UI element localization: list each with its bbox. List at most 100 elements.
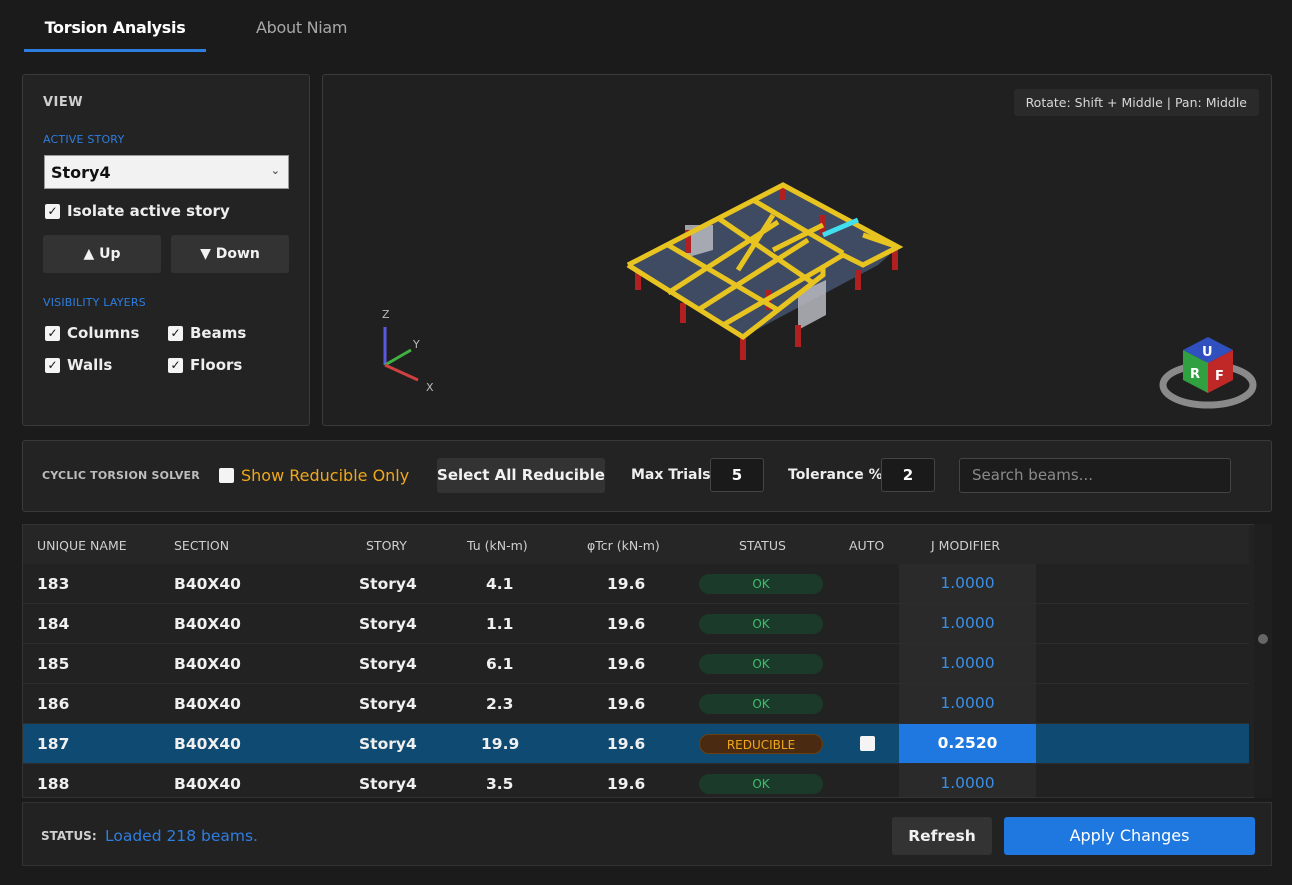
- walls-layer-checkbox[interactable]: ✓ Walls: [45, 356, 112, 374]
- cell-tcr: 19.6: [607, 615, 646, 633]
- visibility-layers-label: VISIBILITY LAYERS: [43, 296, 146, 309]
- cell-name: 184: [37, 615, 70, 633]
- columns-layer-label: Columns: [67, 324, 140, 342]
- cell-story: Story4: [359, 695, 417, 713]
- col-unique-name[interactable]: UNIQUE NAME: [37, 538, 127, 553]
- status-badge: OK: [699, 774, 823, 794]
- table-row[interactable]: 185 B40X40 Story4 6.1 19.6 OK 1.0000: [23, 644, 1249, 684]
- checkmark-icon: ✓: [168, 325, 183, 341]
- status-badge: OK: [699, 574, 823, 594]
- col-status[interactable]: STATUS: [739, 538, 786, 553]
- j-modifier-cell[interactable]: 1.0000: [899, 644, 1036, 683]
- col-tcr[interactable]: φTcr (kN-m): [587, 538, 660, 553]
- table-row[interactable]: 188 B40X40 Story4 3.5 19.6 OK 1.0000: [23, 764, 1249, 797]
- chevron-down-icon: ⌄: [270, 164, 280, 177]
- tab-about-niam[interactable]: About Niam: [256, 18, 348, 37]
- cell-name: 186: [37, 695, 70, 713]
- status-message: Loaded 218 beams.: [105, 827, 258, 845]
- floors-layer-label: Floors: [190, 356, 243, 374]
- status-label: STATUS:: [41, 829, 97, 843]
- cell-tcr: 19.6: [607, 575, 646, 593]
- beams-table: UNIQUE NAME SECTION STORY Tu (kN-m) φTcr…: [22, 524, 1272, 798]
- col-auto[interactable]: AUTO: [849, 538, 884, 553]
- active-story-label: ACTIVE STORY: [43, 133, 125, 146]
- table-scrollbar[interactable]: [1254, 524, 1272, 798]
- cell-tcr: 19.6: [607, 655, 646, 673]
- isolate-story-checkbox[interactable]: ✓ Isolate active story: [45, 202, 230, 220]
- cell-name: 187: [37, 735, 70, 753]
- cell-tu: 1.1: [486, 615, 514, 633]
- columns-layer-checkbox[interactable]: ✓ Columns: [45, 324, 139, 342]
- table-header: UNIQUE NAME SECTION STORY Tu (kN-m) φTcr…: [23, 525, 1249, 564]
- col-section[interactable]: SECTION: [174, 538, 229, 553]
- cell-tu: 4.1: [486, 575, 514, 593]
- axis-triad: [383, 327, 419, 382]
- col-j-modifier[interactable]: J MODIFIER: [931, 538, 1000, 553]
- checkmark-icon: ✓: [45, 357, 60, 373]
- cell-tu: 6.1: [486, 655, 514, 673]
- view-header: VIEW: [43, 95, 84, 110]
- search-beams-input[interactable]: Search beams...: [959, 458, 1231, 493]
- max-trials-input[interactable]: 5: [710, 458, 764, 492]
- cell-story: Story4: [359, 575, 417, 593]
- table-row-selected[interactable]: 187 B40X40 Story4 19.9 19.6 REDUCIBLE 0.…: [23, 724, 1249, 764]
- cell-tcr: 19.6: [607, 735, 646, 753]
- j-modifier-cell[interactable]: 1.0000: [899, 684, 1036, 723]
- show-reducible-label: Show Reducible Only: [241, 466, 410, 485]
- table-row[interactable]: 183 B40X40 Story4 4.1 19.6 OK 1.0000: [23, 564, 1249, 604]
- table-row[interactable]: 184 B40X40 Story4 1.1 19.6 OK 1.0000: [23, 604, 1249, 644]
- tolerance-label: Tolerance %: [788, 467, 883, 483]
- refresh-button[interactable]: Refresh: [892, 817, 992, 855]
- story-up-button[interactable]: ▲ Up: [43, 235, 161, 273]
- tab-torsion-analysis[interactable]: Torsion Analysis: [24, 18, 206, 37]
- cell-tcr: 19.6: [607, 775, 646, 793]
- cell-tu: 19.9: [481, 735, 520, 753]
- cell-tu: 3.5: [486, 775, 514, 793]
- checkmark-icon: ✓: [168, 357, 183, 373]
- status-badge: OK: [699, 694, 823, 714]
- show-reducible-checkbox[interactable]: Show Reducible Only: [219, 466, 409, 485]
- floors-layer-checkbox[interactable]: ✓ Floors: [168, 356, 242, 374]
- cell-tu: 2.3: [486, 695, 514, 713]
- solver-label: CYCLIC TORSION SOLVER: [42, 469, 200, 482]
- cell-section: B40X40: [174, 615, 241, 633]
- auto-checkbox[interactable]: [860, 736, 875, 751]
- checkbox-unchecked-icon: [219, 468, 234, 483]
- checkmark-icon: ✓: [45, 203, 60, 219]
- col-story[interactable]: STORY: [366, 538, 407, 553]
- scrollbar-thumb[interactable]: [1258, 634, 1268, 644]
- cell-section: B40X40: [174, 655, 241, 673]
- beams-layer-label: Beams: [190, 324, 247, 342]
- cube-right-label: F: [1215, 369, 1224, 384]
- active-story-value: Story4: [51, 163, 111, 182]
- cell-name: 188: [37, 775, 70, 793]
- cell-section: B40X40: [174, 775, 241, 793]
- axis-z-label: Z: [382, 308, 390, 321]
- checkmark-icon: ✓: [45, 325, 60, 341]
- j-modifier-cell[interactable]: 1.0000: [899, 764, 1036, 797]
- 3d-viewport[interactable]: Rotate: Shift + Middle | Pan: Middle Z Y…: [322, 74, 1272, 426]
- status-badge: REDUCIBLE: [699, 734, 823, 754]
- active-tab-indicator: [24, 49, 206, 52]
- max-trials-label: Max Trials: [631, 467, 711, 483]
- axis-y-label: Y: [412, 338, 420, 351]
- cell-story: Story4: [359, 615, 417, 633]
- story-down-button[interactable]: ▼ Down: [171, 235, 289, 273]
- select-all-reducible-button[interactable]: Select All Reducible: [437, 458, 605, 493]
- cell-name: 183: [37, 575, 70, 593]
- col-tu[interactable]: Tu (kN-m): [467, 538, 528, 553]
- j-modifier-cell[interactable]: 1.0000: [899, 564, 1036, 603]
- isolate-story-label: Isolate active story: [67, 202, 230, 220]
- tolerance-input[interactable]: 2: [881, 458, 935, 492]
- active-story-select[interactable]: Story4 ⌄: [44, 155, 289, 189]
- j-modifier-cell[interactable]: 1.0000: [899, 604, 1036, 643]
- cell-section: B40X40: [174, 575, 241, 593]
- table-row[interactable]: 186 B40X40 Story4 2.3 19.6 OK 1.0000: [23, 684, 1249, 724]
- cyclic-torsion-solver-bar: CYCLIC TORSION SOLVER Show Reducible Onl…: [22, 440, 1272, 512]
- beams-layer-checkbox[interactable]: ✓ Beams: [168, 324, 246, 342]
- j-modifier-cell[interactable]: 0.2520: [899, 724, 1036, 763]
- cell-tcr: 19.6: [607, 695, 646, 713]
- structure-model[interactable]: Z Y X U R F: [323, 75, 1271, 425]
- apply-changes-button[interactable]: Apply Changes: [1004, 817, 1255, 855]
- cell-section: B40X40: [174, 735, 241, 753]
